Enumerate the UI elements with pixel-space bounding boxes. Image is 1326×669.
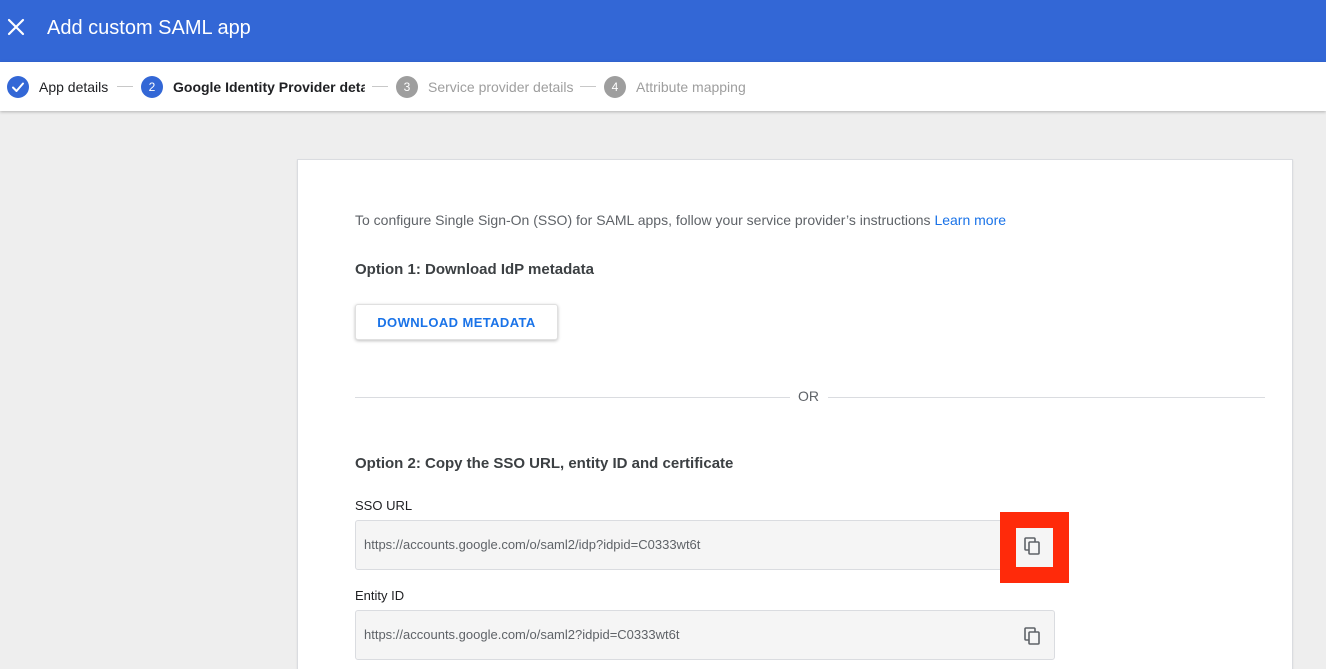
sso-url-label: SSO URL <box>355 498 413 513</box>
idp-details-card: To configure Single Sign-On (SSO) for SA… <box>297 159 1293 669</box>
page-title: Add custom SAML app <box>47 17 251 39</box>
entity-id-value: https://accounts.google.com/o/saml2?idpi… <box>364 627 680 642</box>
step-app-details[interactable]: App details <box>7 76 108 98</box>
entity-id-label: Entity ID <box>355 588 405 603</box>
sso-url-field[interactable]: https://accounts.google.com/o/saml2/idp?… <box>355 520 1055 570</box>
step-google-idp-details[interactable]: 2 Google Identity Provider details <box>141 76 365 98</box>
step-label: Service provider details <box>428 79 574 95</box>
step-connector <box>580 86 596 87</box>
step-label: Google Identity Provider details <box>173 79 365 95</box>
copy-sso-url-button[interactable] <box>1024 537 1040 555</box>
download-metadata-button[interactable]: DOWNLOAD METADATA <box>355 304 558 340</box>
copy-icon <box>1024 537 1040 555</box>
check-icon <box>7 76 29 98</box>
close-icon <box>7 18 25 36</box>
step-service-provider-details[interactable]: 3 Service provider details <box>396 76 574 98</box>
copy-icon <box>1024 627 1040 645</box>
intro-text: To configure Single Sign-On (SSO) for SA… <box>355 212 1006 228</box>
entity-id-field[interactable]: https://accounts.google.com/o/saml2?idpi… <box>355 610 1055 660</box>
step-number: 2 <box>141 76 163 98</box>
copy-entity-id-button[interactable] <box>1024 627 1040 645</box>
step-connector <box>117 86 133 87</box>
step-label: App details <box>39 79 109 95</box>
step-attribute-mapping[interactable]: 4 Attribute mapping <box>604 76 746 98</box>
close-button[interactable] <box>4 15 28 39</box>
option1-title: Option 1: Download IdP metadata <box>355 261 594 278</box>
step-connector <box>372 86 388 87</box>
or-separator: OR <box>798 388 819 404</box>
step-number: 4 <box>604 76 626 98</box>
divider <box>828 397 1265 398</box>
intro-description: To configure Single Sign-On (SSO) for SA… <box>355 212 931 228</box>
divider <box>355 397 790 398</box>
sso-url-value: https://accounts.google.com/o/saml2/idp?… <box>364 537 701 552</box>
option2-title: Option 2: Copy the SSO URL, entity ID an… <box>355 455 734 472</box>
step-label: Attribute mapping <box>636 79 746 95</box>
learn-more-link[interactable]: Learn more <box>934 212 1006 228</box>
step-number: 3 <box>396 76 418 98</box>
app-header: Add custom SAML app <box>0 0 1326 62</box>
stepper: App details 2 Google Identity Provider d… <box>0 62 1326 111</box>
